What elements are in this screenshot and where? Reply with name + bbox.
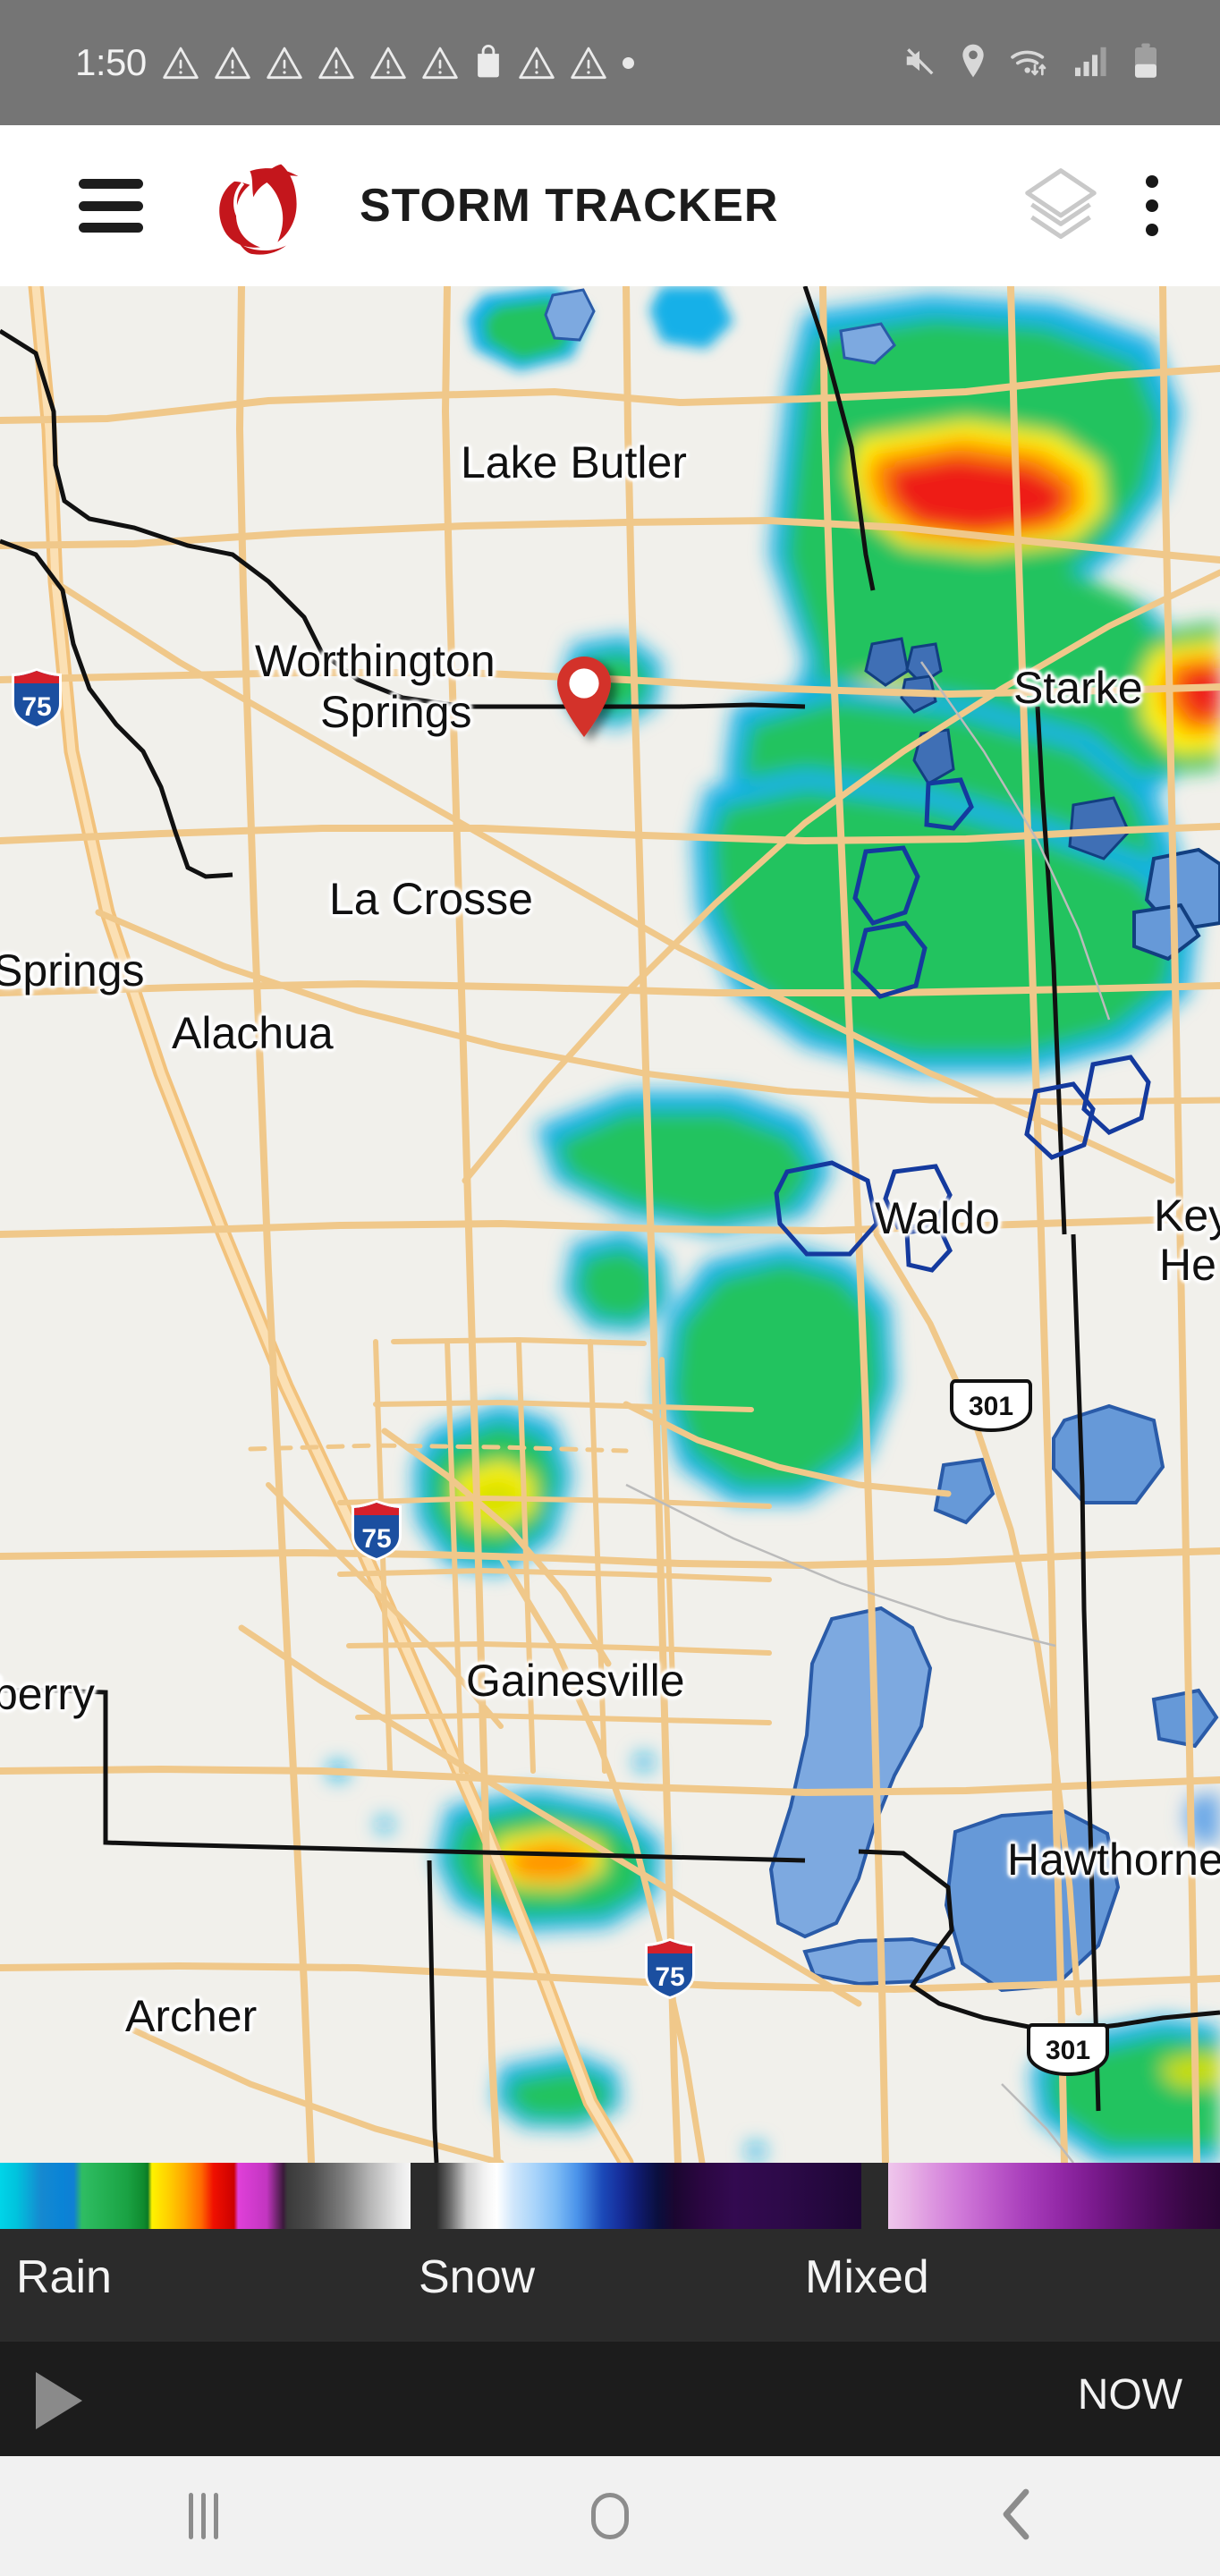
- home-icon: [591, 2493, 629, 2539]
- back-chevron-icon: [1001, 2488, 1033, 2545]
- layers-icon: [1021, 165, 1100, 248]
- svg-text:75: 75: [361, 1524, 391, 1554]
- rain-gradient-bar: [0, 2163, 411, 2229]
- status-bar-right: [902, 42, 1195, 84]
- warning-triangle-icon: [267, 46, 302, 80]
- hamburger-bar: [79, 179, 143, 189]
- recents-bar: [188, 2493, 193, 2539]
- snow-gradient-bar: [437, 2163, 861, 2229]
- legend-gap: [861, 2163, 888, 2229]
- app-header: STORM TRACKER: [0, 125, 1220, 286]
- legend-label-row: Rain Snow Mixed: [0, 2229, 1220, 2342]
- shopping-bag-icon: [474, 44, 503, 82]
- overflow-menu-button[interactable]: [1116, 163, 1188, 249]
- kebab-dot: [1146, 175, 1158, 188]
- hamburger-bar: [79, 223, 143, 233]
- recents-bar: [213, 2493, 218, 2539]
- hamburger-bar: [79, 200, 143, 211]
- warning-triangle-icon: [519, 46, 555, 80]
- recents-button[interactable]: [0, 2493, 407, 2539]
- playback-bar: NOW: [0, 2342, 1220, 2456]
- radar-legend: Rain Snow Mixed: [0, 2163, 1220, 2342]
- volume-mute-icon: [902, 44, 937, 82]
- legend-label-snow: Snow: [419, 2251, 536, 2303]
- legend-gap: [411, 2163, 437, 2229]
- status-bar-left: 1:50: [75, 44, 902, 82]
- current-location-marker[interactable]: [552, 655, 616, 739]
- warning-triangle-icon: [318, 46, 354, 80]
- mixed-gradient-bar: [888, 2163, 1220, 2229]
- play-button-icon[interactable]: [36, 2372, 82, 2429]
- svg-text:301: 301: [969, 1392, 1013, 1421]
- recents-icon: [188, 2493, 218, 2539]
- android-nav-bar: [0, 2456, 1220, 2576]
- back-button[interactable]: [813, 2488, 1220, 2545]
- status-bar: 1:50: [0, 0, 1220, 125]
- radar-map[interactable]: Lake Butler Worthington Springs La Cross…: [0, 286, 1220, 2163]
- page-title: STORM TRACKER: [360, 180, 779, 232]
- warning-triangle-icon: [215, 46, 250, 80]
- recents-bar: [200, 2493, 206, 2539]
- storm-tracker-app: 1:50 STORM TRACKER Lake Butler Worthingt…: [0, 0, 1220, 2576]
- kebab-dot: [1146, 224, 1158, 236]
- status-clock: 1:50: [75, 41, 147, 83]
- menu-button[interactable]: [79, 179, 143, 233]
- timeline-now-label[interactable]: NOW: [1078, 2370, 1182, 2419]
- cellular-signal-icon: [1073, 44, 1111, 82]
- home-button[interactable]: [407, 2493, 814, 2539]
- kebab-dot: [1146, 199, 1158, 212]
- warning-triangle-icon: [163, 46, 199, 80]
- warning-triangle-icon: [370, 46, 406, 80]
- legend-label-rain: Rain: [16, 2251, 112, 2303]
- layers-button[interactable]: [1018, 163, 1104, 249]
- legend-gradients: [0, 2163, 1220, 2229]
- svg-text:75: 75: [655, 1962, 684, 1992]
- dot-icon: [622, 56, 634, 69]
- storm-tracker-logo-icon: [202, 152, 318, 259]
- legend-label-mixed: Mixed: [805, 2251, 929, 2303]
- svg-text:301: 301: [1046, 2036, 1090, 2065]
- wifi-icon: [1009, 43, 1052, 83]
- svg-text:75: 75: [21, 692, 51, 722]
- warning-triangle-icon: [571, 46, 606, 80]
- battery-icon: [1132, 42, 1159, 84]
- warning-triangle-icon: [422, 46, 458, 80]
- location-pin-icon: [959, 43, 987, 83]
- map-canvas: [0, 286, 1220, 2163]
